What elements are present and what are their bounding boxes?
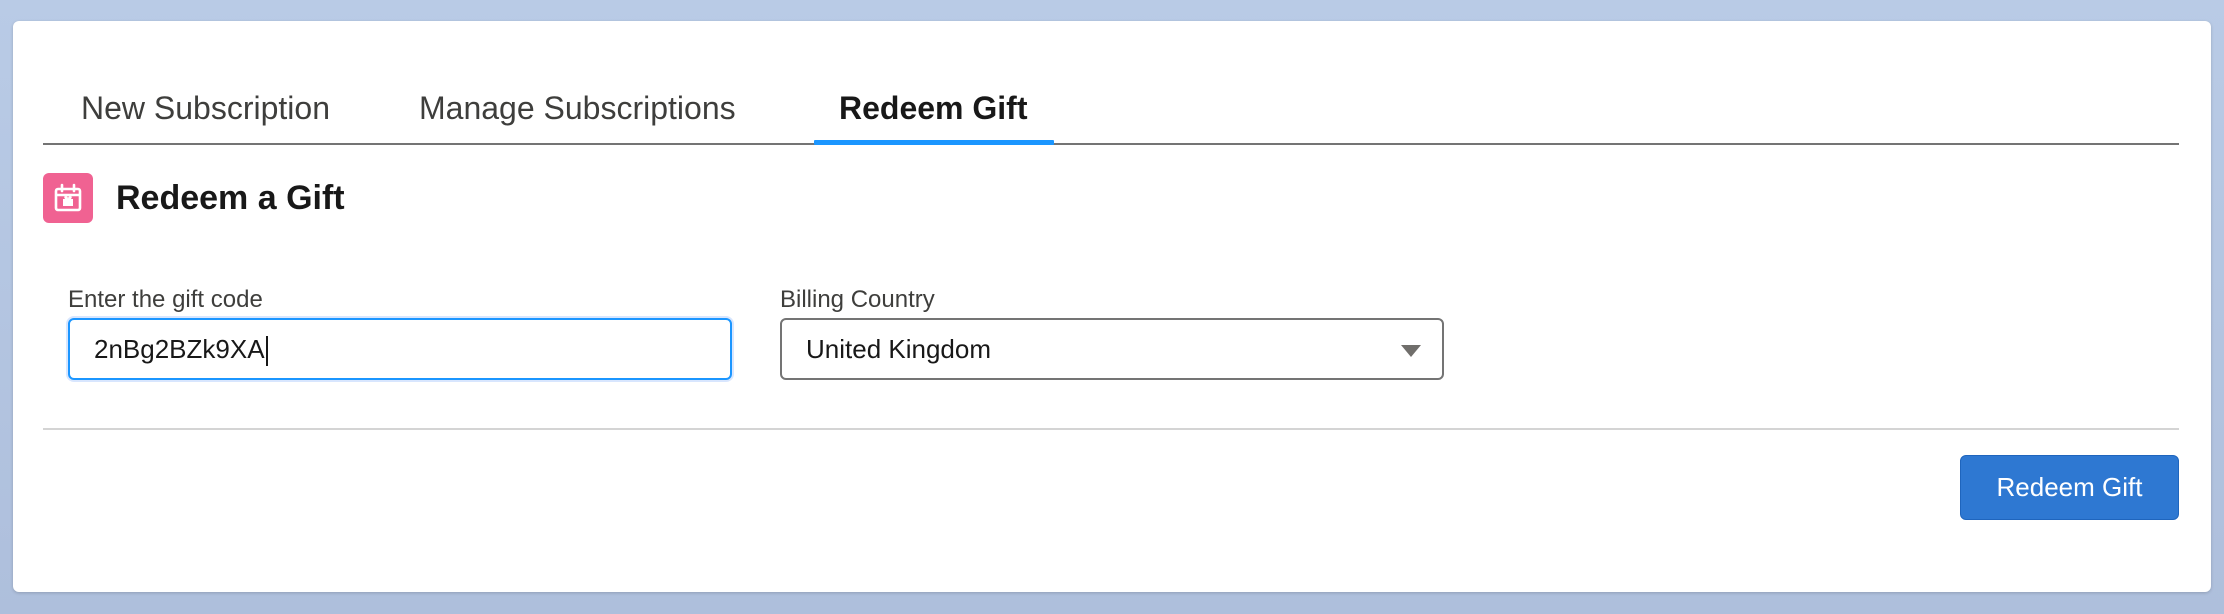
footer-divider [43, 428, 2179, 430]
gift-code-label: Enter the gift code [68, 286, 263, 313]
billing-country-select[interactable]: United Kingdom [780, 318, 1444, 380]
billing-country-label: Billing Country [780, 286, 935, 313]
active-tab-indicator [814, 140, 1054, 145]
gift-code-value-wrap: 2nBg2BZk9XA [94, 320, 268, 378]
chevron-down-icon [1400, 344, 1422, 363]
tab-new-subscription[interactable]: New Subscription [81, 61, 330, 145]
section-title: Redeem a Gift [116, 179, 345, 217]
gift-code-input[interactable]: 2nBg2BZk9XA [68, 318, 732, 380]
redeem-gift-button[interactable]: Redeem Gift [1960, 455, 2179, 520]
gift-code-value: 2nBg2BZk9XA [94, 334, 265, 364]
subscription-card: New Subscription Manage Subscriptions Re… [13, 21, 2211, 592]
tab-bar: New Subscription Manage Subscriptions Re… [43, 61, 2179, 145]
gift-icon [43, 173, 93, 223]
text-caret [265, 336, 268, 367]
billing-country-value: United Kingdom [806, 334, 991, 364]
tab-manage-subscriptions[interactable]: Manage Subscriptions [419, 61, 736, 145]
tab-redeem-gift[interactable]: Redeem Gift [839, 61, 1027, 145]
